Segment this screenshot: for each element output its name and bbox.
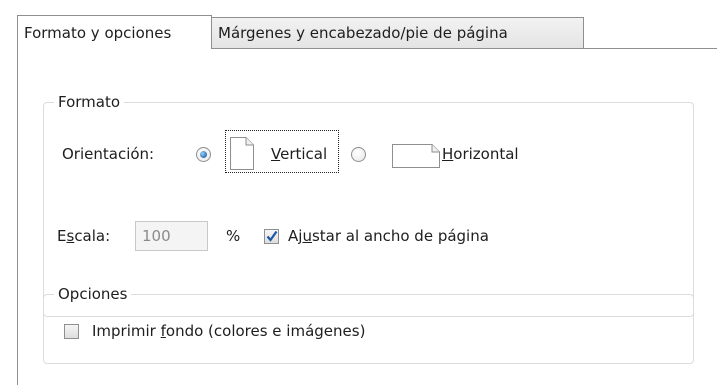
print-bg-label-pre: Imprimir <box>92 322 161 340</box>
print-bg-label-post: ondo (colores e imágenes) <box>165 322 366 340</box>
tab-margins-label: Márgenes y encabezado/pie de página <box>218 24 508 42</box>
fit-width-label-accel: u <box>302 227 312 245</box>
radio-selected-dot <box>200 151 207 158</box>
vertical-radio[interactable] <box>196 147 211 162</box>
print-background-label[interactable]: Imprimir fondo (colores e imágenes) <box>92 320 365 342</box>
scale-label-post: cala: <box>74 227 111 245</box>
tab-margins-header-footer[interactable]: Márgenes y encabezado/pie de página <box>211 17 584 48</box>
fit-width-checkbox[interactable] <box>264 229 279 244</box>
horizontal-label-accel: H <box>442 145 454 163</box>
checkmark-icon <box>266 230 278 242</box>
options-group-legend: Opciones <box>54 283 132 305</box>
tab-format-options-label: Formato y opciones <box>24 23 172 42</box>
format-group-legend: Formato <box>54 91 125 113</box>
scale-label: Escala: <box>57 225 110 247</box>
fit-width-label-post: star al ancho de página <box>311 227 489 245</box>
vertical-label-accel: V <box>271 145 281 163</box>
vertical-label[interactable]: Vertical <box>271 143 327 165</box>
fit-width-label-pre: Aj <box>288 227 303 245</box>
horizontal-label[interactable]: Horizontal <box>442 143 519 165</box>
fit-width-label[interactable]: Ajustar al ancho de página <box>288 225 489 247</box>
horizontal-label-post: orizontal <box>453 145 519 163</box>
percent-sign: % <box>226 227 241 245</box>
vertical-label-post: ertical <box>280 145 328 163</box>
format-group: Formato <box>43 91 694 317</box>
horizontal-radio[interactable] <box>351 147 366 162</box>
tab-panel-format-options: Formato Orientación: Vertical Horizontal… <box>17 48 717 385</box>
tab-format-options[interactable]: Formato y opciones <box>17 15 212 49</box>
print-background-checkbox[interactable] <box>64 324 79 339</box>
landscape-page-icon <box>392 144 440 168</box>
scale-input[interactable]: 100 <box>135 221 208 251</box>
orientation-label: Orientación: <box>62 145 155 163</box>
